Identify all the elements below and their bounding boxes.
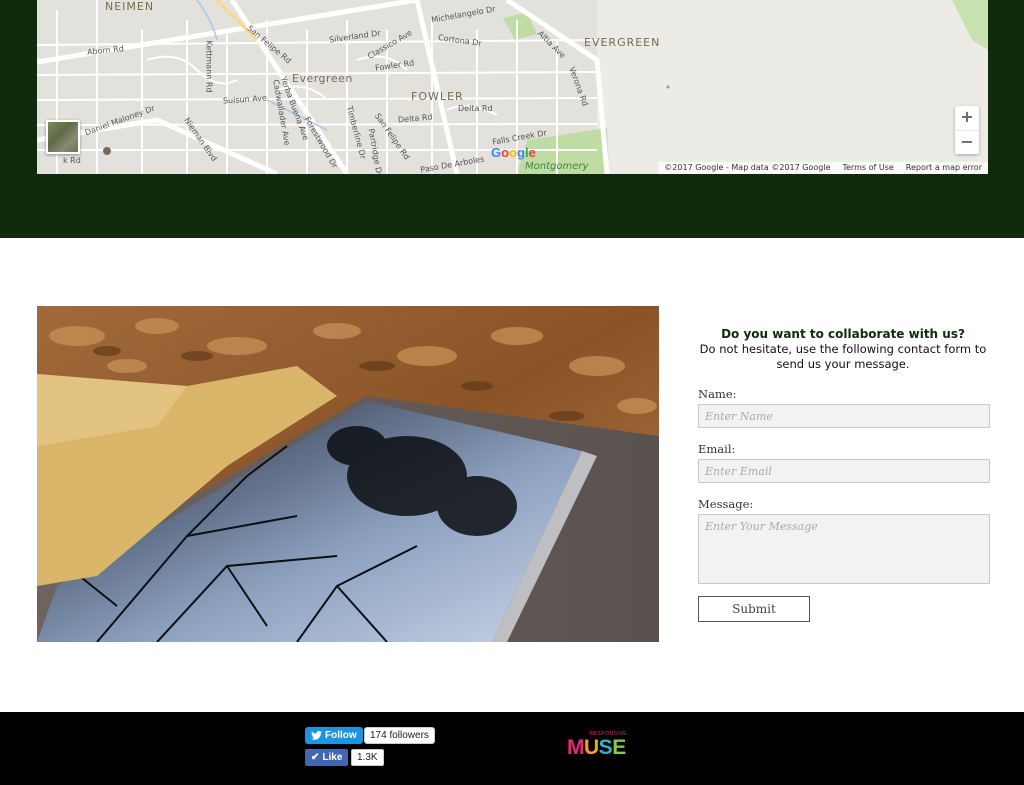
top-band: NEIMEN EVERGREEN Evergreen FOWLER Montgo…	[0, 0, 1024, 238]
brand-letter: E	[612, 736, 626, 759]
map-label-street: Delta Rd	[458, 104, 493, 113]
message-label: Message:	[698, 497, 754, 511]
email-label: Email:	[698, 442, 736, 456]
message-textarea[interactable]: Enter Your Message	[698, 514, 990, 584]
zoom-out-button[interactable]: −	[955, 130, 979, 154]
embedded-map[interactable]: NEIMEN EVERGREEN Evergreen FOWLER Montgo…	[37, 0, 988, 174]
facebook-like-button[interactable]: ✔ Like	[305, 749, 349, 766]
map-attribution: ©2017 Google - Map data ©2017 Google	[664, 163, 831, 172]
map-label-street: k Rd	[63, 156, 81, 165]
google-logo-letter: o	[509, 145, 518, 160]
map-label-neimen: NEIMEN	[105, 0, 155, 13]
map-satellite-toggle[interactable]	[46, 120, 80, 154]
brand-wordmark: MUSE	[567, 736, 626, 760]
google-logo-letter: e	[528, 145, 536, 160]
map-label-evergreen: Evergreen	[292, 72, 353, 85]
contact-section: Do you want to collaborate with us? Do n…	[688, 327, 998, 622]
footer: Follow 174 followers ✔ Like 1.3K RESPONS…	[0, 712, 1024, 785]
leaves-phone-photo	[37, 306, 659, 642]
contact-subtext: Do not hesitate, use the following conta…	[699, 342, 987, 371]
map-label-street: Kettmann Rd	[204, 40, 214, 93]
email-input[interactable]: Enter Email	[698, 459, 990, 483]
google-logo: Google	[491, 145, 536, 160]
twitter-follow-button[interactable]: Follow	[305, 727, 363, 744]
facebook-like-count: 1.3K	[351, 749, 384, 766]
google-logo-letter: G	[491, 145, 502, 160]
map-label-montgomery: Montgomery	[525, 161, 589, 172]
google-logo-letter: g	[517, 145, 525, 160]
map-terms-link[interactable]: Terms of Use	[842, 163, 893, 173]
responsive-muse-logo[interactable]: RESPONSIVE MUSE	[567, 731, 631, 761]
map-label-evergreen-caps: EVERGREEN	[584, 36, 661, 49]
brand-letter: M	[567, 736, 585, 759]
map-zoom-control: + −	[955, 106, 979, 154]
contact-heading: Do you want to collaborate with us?	[721, 327, 965, 341]
brand-letter: S	[598, 736, 613, 759]
map-attribution-bar: ©2017 Google - Map data ©2017 Google Ter…	[658, 162, 988, 174]
contact-form: Name: Enter Name Email: Enter Email Mess…	[698, 387, 990, 622]
zoom-in-button[interactable]: +	[955, 106, 979, 130]
submit-button[interactable]: Submit	[698, 596, 810, 622]
twitter-bird-icon	[311, 731, 322, 740]
name-input[interactable]: Enter Name	[698, 404, 990, 428]
name-label: Name:	[698, 387, 737, 401]
google-logo-letter: o	[501, 145, 510, 160]
brand-letter: U	[584, 736, 599, 759]
twitter-follower-count[interactable]: 174 followers	[364, 727, 435, 744]
map-report-link[interactable]: Report a map error	[906, 163, 982, 173]
twitter-follow-label: Follow	[325, 730, 357, 741]
facebook-like-label: Like	[322, 752, 343, 763]
map-label-fowler: FOWLER	[411, 90, 464, 103]
check-icon: ✔	[311, 752, 320, 763]
